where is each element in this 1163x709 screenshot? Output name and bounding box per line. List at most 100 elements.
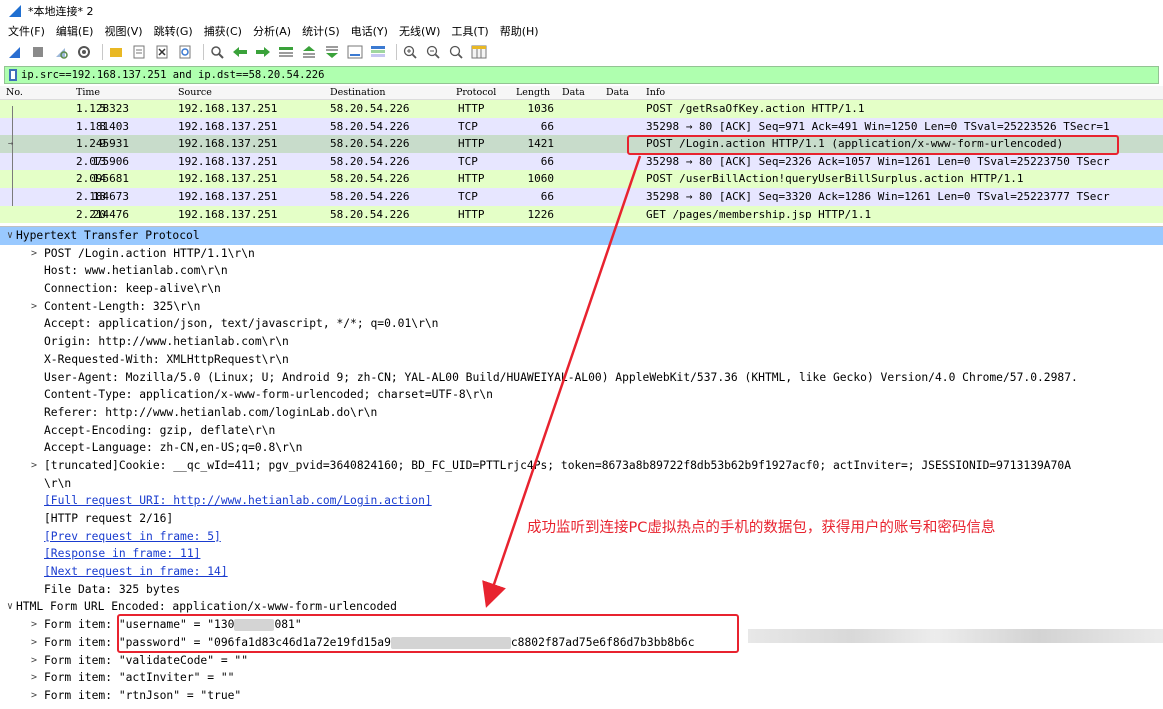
tree-item-link[interactable]: [Next request in frame: 14]: [0, 563, 1163, 581]
reload-icon[interactable]: [176, 43, 194, 61]
menu-statistics[interactable]: 统计(S): [302, 23, 340, 39]
tree-item-form-encoded[interactable]: ∨ HTML Form URL Encoded: application/x-w…: [0, 598, 1163, 616]
expand-down-icon[interactable]: ∨: [4, 598, 16, 616]
menu-bar: 文件(F) 编辑(E) 视图(V) 跳转(G) 捕获(C) 分析(A) 统计(S…: [0, 22, 1163, 40]
tree-item[interactable]: Accept-Encoding: gzip, deflate\r\n: [0, 422, 1163, 440]
packet-destination: 58.20.54.226: [330, 137, 410, 151]
menu-help[interactable]: 帮助(H): [500, 23, 539, 39]
expand-right-icon[interactable]: >: [28, 687, 40, 705]
packet-info: GET /pages/membership.jsp HTTP/1.1: [646, 207, 872, 221]
expand-right-icon[interactable]: >: [28, 669, 40, 687]
zoom-normal-icon[interactable]: [447, 43, 465, 61]
menu-go[interactable]: 跳转(G): [154, 23, 193, 39]
expand-right-icon[interactable]: >: [28, 245, 40, 263]
menu-view[interactable]: 视图(V): [104, 23, 142, 39]
packet-row[interactable]: 5 1.128323 192.168.137.251 58.20.54.226 …: [0, 100, 1163, 118]
packet-row[interactable]: 8 1.181403 192.168.137.251 58.20.54.226 …: [0, 117, 1163, 136]
open-file-icon[interactable]: [107, 43, 125, 61]
expand-right-icon[interactable]: >: [28, 298, 40, 316]
filter-bookmark-icon[interactable]: [7, 68, 19, 82]
prev-request-link[interactable]: [Prev request in frame: 5]: [44, 528, 221, 546]
display-filter-bar: [4, 66, 1159, 84]
close-file-icon[interactable]: [153, 43, 171, 61]
zoom-out-icon[interactable]: [424, 43, 442, 61]
col-header-info[interactable]: Info: [646, 87, 665, 98]
col-header-source[interactable]: Source: [178, 87, 212, 98]
tree-item[interactable]: X-Requested-With: XMLHttpRequest\r\n: [0, 351, 1163, 369]
tree-item[interactable]: File Data: 325 bytes: [0, 581, 1163, 599]
colorize-icon[interactable]: [369, 43, 387, 61]
col-header-no[interactable]: No.: [6, 87, 23, 98]
tree-item-link[interactable]: [Full request URI: http://www.hetianlab.…: [0, 492, 1163, 510]
tree-item[interactable]: > [truncated]Cookie: __qc_wId=411; pgv_p…: [0, 457, 1163, 475]
back-icon[interactable]: [231, 43, 249, 61]
packet-source: 192.168.137.251: [178, 137, 278, 151]
save-icon[interactable]: [130, 43, 148, 61]
tree-item[interactable]: User-Agent: Mozilla/5.0 (Linux; U; Andro…: [0, 369, 1163, 387]
menu-tools[interactable]: 工具(T): [451, 23, 488, 39]
tree-item[interactable]: Connection: keep-alive\r\n: [0, 280, 1163, 298]
form-item-actinviter[interactable]: > Form item: "actInviter" = "": [0, 669, 1163, 687]
form-item-rtnjson[interactable]: > Form item: "rtnJson" = "true": [0, 687, 1163, 705]
col-header-destination[interactable]: Destination: [330, 87, 385, 98]
stop-icon[interactable]: [29, 43, 47, 61]
tree-item[interactable]: Accept-Language: zh-CN,en-US;q=0.8\r\n: [0, 439, 1163, 457]
password-prefix: Form item: "password" = "096fa1d83c46d1a…: [44, 635, 391, 649]
packet-row[interactable]: 18 2.184673 192.168.137.251 58.20.54.226…: [0, 187, 1163, 206]
tree-item-label: Accept-Language: zh-CN,en-US;q=0.8\r\n: [44, 441, 303, 455]
shark-fin-start-icon[interactable]: [6, 43, 24, 61]
col-header-data[interactable]: Data: [562, 87, 585, 98]
col-header-protocol[interactable]: Protocol: [456, 87, 496, 98]
tree-item[interactable]: Host: www.hetianlab.com\r\n: [0, 262, 1163, 280]
menu-capture[interactable]: 捕获(C): [204, 23, 242, 39]
options-icon[interactable]: [75, 43, 93, 61]
form-item-validatecode[interactable]: > Form item: "validateCode" = "": [0, 652, 1163, 670]
tree-item-label: Connection: keep-alive\r\n: [44, 282, 221, 296]
resize-columns-icon[interactable]: [470, 43, 488, 61]
tree-item[interactable]: Accept: application/json, text/javascrip…: [0, 315, 1163, 333]
tree-item-label: Referer: http://www.hetianlab.com/loginL…: [44, 405, 378, 419]
tree-item[interactable]: Content-Type: application/x-www-form-url…: [0, 386, 1163, 404]
full-request-uri-link[interactable]: [Full request URI: http://www.hetianlab.…: [44, 492, 432, 510]
autoscroll-icon[interactable]: [346, 43, 364, 61]
expand-right-icon[interactable]: >: [28, 652, 40, 670]
find-icon[interactable]: [208, 43, 226, 61]
response-frame-link[interactable]: [Response in frame: 11]: [44, 545, 200, 563]
expand-down-icon[interactable]: ∨: [4, 227, 16, 245]
tree-item-label: Host: www.hetianlab.com\r\n: [44, 264, 228, 278]
tree-item[interactable]: > POST /Login.action HTTP/1.1\r\n: [0, 245, 1163, 263]
forward-icon[interactable]: [254, 43, 272, 61]
expand-right-icon[interactable]: >: [28, 634, 40, 652]
tree-item-label: POST /Login.action HTTP/1.1\r\n: [44, 246, 255, 260]
next-request-link[interactable]: [Next request in frame: 14]: [44, 563, 228, 581]
tree-item-http[interactable]: ∨ Hypertext Transfer Protocol: [0, 227, 1163, 245]
menu-wireless[interactable]: 无线(W): [399, 23, 440, 39]
col-header-data[interactable]: Data: [606, 87, 629, 98]
tree-item-link[interactable]: [Response in frame: 11]: [0, 545, 1163, 563]
tree-item[interactable]: \r\n: [0, 475, 1163, 493]
expand-right-icon[interactable]: >: [28, 457, 40, 475]
col-header-time[interactable]: Time: [76, 87, 100, 98]
tree-item[interactable]: > Content-Length: 325\r\n: [0, 298, 1163, 316]
packet-source: 192.168.137.251: [178, 189, 278, 203]
last-packet-icon[interactable]: [323, 43, 341, 61]
first-packet-icon[interactable]: [300, 43, 318, 61]
packet-row[interactable]: 13 2.075906 192.168.137.251 58.20.54.226…: [0, 152, 1163, 171]
goto-packet-icon[interactable]: [277, 43, 295, 61]
packet-row[interactable]: 14 2.095681 192.168.137.251 58.20.54.226…: [0, 170, 1163, 188]
menu-file[interactable]: 文件(F): [8, 23, 45, 39]
tree-item[interactable]: Origin: http://www.hetianlab.com\r\n: [0, 333, 1163, 351]
menu-analyze[interactable]: 分析(A): [253, 23, 291, 39]
menu-telephony[interactable]: 电话(Y): [351, 23, 388, 39]
menu-edit[interactable]: 编辑(E): [56, 23, 94, 39]
col-header-length[interactable]: Length: [516, 87, 550, 98]
packet-row[interactable]: 20 2.214476 192.168.137.251 58.20.54.226…: [0, 205, 1163, 224]
zoom-in-icon[interactable]: [401, 43, 419, 61]
form-item-label: Form item: "actInviter" = "": [44, 671, 235, 685]
expand-right-icon[interactable]: >: [28, 616, 40, 634]
tree-item[interactable]: Referer: http://www.hetianlab.com/loginL…: [0, 404, 1163, 422]
packet-row-selected[interactable]: 9 1.245931 192.168.137.251 58.20.54.226 …: [0, 135, 1163, 153]
packet-destination: 58.20.54.226: [330, 189, 410, 203]
display-filter-input[interactable]: [21, 67, 1158, 83]
restart-icon[interactable]: [52, 43, 70, 61]
